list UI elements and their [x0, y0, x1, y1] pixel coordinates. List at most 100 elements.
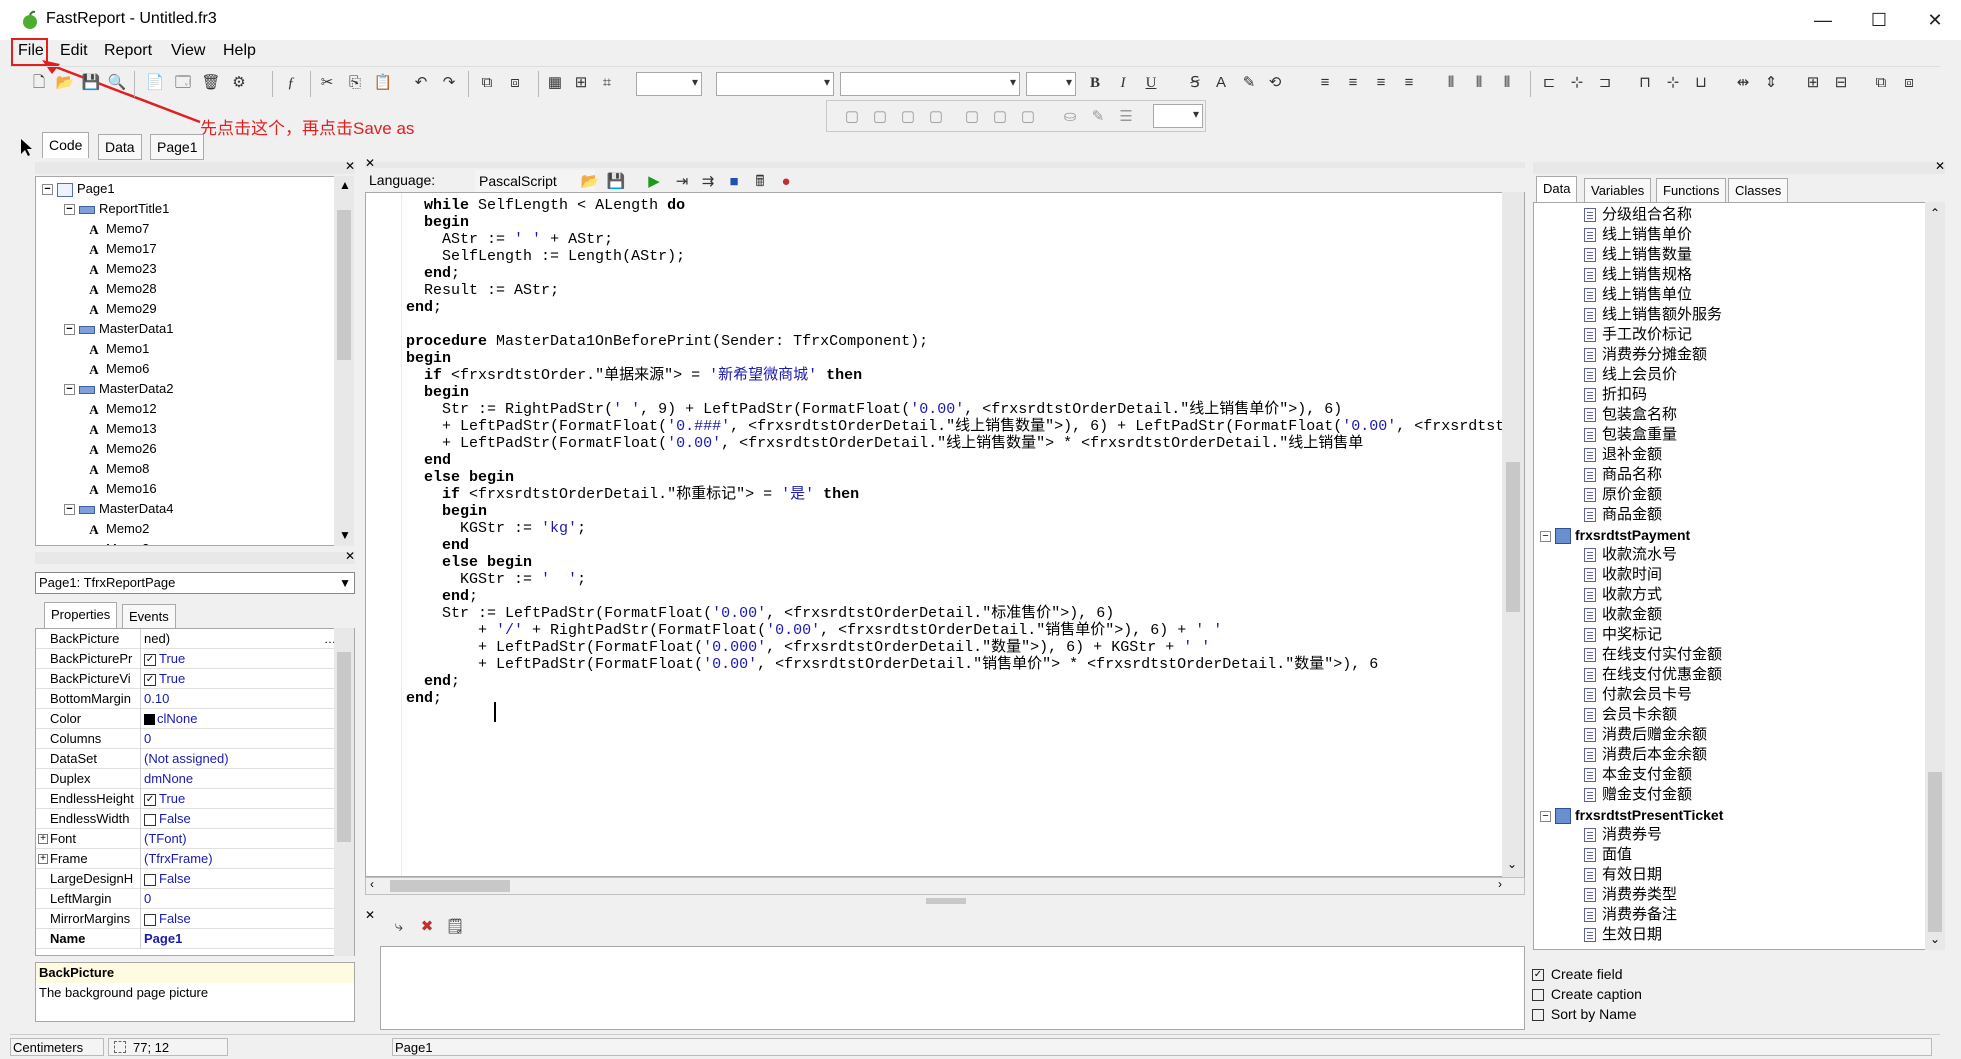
- variables-icon[interactable]: ƒ: [280, 72, 302, 94]
- align-right-icon[interactable]: ≡: [1370, 72, 1392, 94]
- field-node[interactable]: 在线支付实付金额: [1584, 645, 1722, 665]
- field-node[interactable]: 商品名称: [1584, 465, 1662, 485]
- collapse-icon[interactable]: −: [1540, 530, 1551, 542]
- property-value[interactable]: False: [144, 809, 191, 829]
- messages-box[interactable]: [380, 946, 1525, 1030]
- collapse-icon[interactable]: −: [64, 204, 75, 216]
- align-center-icon[interactable]: ≡: [1342, 72, 1364, 94]
- create-caption-option[interactable]: Create caption: [1532, 984, 1642, 1004]
- property-value[interactable]: dmNone: [144, 769, 193, 789]
- messages-props-icon[interactable]: 🗒: [444, 916, 466, 938]
- property-row[interactable]: EndlessHeight ✓ True: [36, 789, 338, 809]
- align-hcenters-icon[interactable]: ⊹: [1566, 72, 1588, 94]
- field-node[interactable]: 消费后本金余额: [1584, 745, 1707, 765]
- ungroup-icon[interactable]: ⧈: [504, 72, 526, 94]
- property-checkbox[interactable]: [144, 813, 156, 826]
- collapse-icon[interactable]: −: [64, 504, 75, 516]
- open-icon[interactable]: 📂: [54, 72, 76, 94]
- fit-grid-icon[interactable]: ⌗: [596, 72, 618, 94]
- field-node[interactable]: 折扣码: [1584, 385, 1647, 405]
- select-tool-icon[interactable]: [18, 138, 34, 158]
- field-node[interactable]: 原价金额: [1584, 485, 1662, 505]
- close-icon[interactable]: ✕: [345, 159, 355, 173]
- code-text[interactable]: while SelfLength < ALength do begin AStr…: [406, 195, 1524, 707]
- sort-by-name-checkbox[interactable]: [1532, 1009, 1544, 1022]
- chevron-down-icon[interactable]: ⌄: [1507, 857, 1517, 871]
- field-node[interactable]: 消费券备注: [1584, 905, 1677, 925]
- language-combo[interactable]: PascalScript ▾: [475, 170, 595, 192]
- property-value[interactable]: ✓ True: [144, 649, 185, 669]
- rotation-icon[interactable]: ⟲: [1264, 72, 1286, 94]
- code-vertical-scrollbar[interactable]: ⌄: [1502, 192, 1524, 877]
- frame-style-icon[interactable]: ☰: [1115, 106, 1137, 128]
- property-value[interactable]: 0: [144, 889, 151, 909]
- font-settings-icon[interactable]: Ꞩ: [1184, 72, 1206, 94]
- align-grid-icon[interactable]: ⊞: [570, 72, 592, 94]
- field-node[interactable]: 消费券类型: [1584, 885, 1677, 905]
- field-node[interactable]: 线上销售单价: [1584, 225, 1692, 245]
- field-node[interactable]: 包装盒重量: [1584, 425, 1677, 445]
- cut-icon[interactable]: ✂: [316, 72, 338, 94]
- align-rights-icon[interactable]: ⊐: [1594, 72, 1616, 94]
- property-value[interactable]: clNone: [144, 709, 197, 729]
- collapse-icon[interactable]: −: [64, 324, 75, 336]
- tab-functions[interactable]: Functions: [1656, 178, 1727, 204]
- close-icon[interactable]: ✕: [365, 908, 379, 922]
- field-node[interactable]: 消费后赠金余额: [1584, 725, 1707, 745]
- style-combo[interactable]: [716, 72, 834, 96]
- scrollbar-thumb[interactable]: [1928, 772, 1942, 932]
- property-row[interactable]: + Frame (TfrxFrame): [36, 849, 338, 869]
- redo-icon[interactable]: ↷: [438, 72, 460, 94]
- panel-splitter[interactable]: [926, 898, 966, 904]
- tab-page1[interactable]: Page1: [150, 134, 205, 160]
- properties-scrollbar[interactable]: [334, 628, 354, 956]
- tree-item-reporttitle1[interactable]: − ReportTitle1: [64, 199, 169, 219]
- property-value[interactable]: False: [144, 869, 191, 889]
- dataset-node[interactable]: − frxsrdtstPresentTicket: [1540, 805, 1723, 825]
- delete-page-icon[interactable]: 🗑: [200, 72, 222, 94]
- space-horz-icon[interactable]: ⇹: [1732, 72, 1754, 94]
- maximize-button[interactable]: ☐: [1853, 6, 1905, 34]
- create-field-checkbox[interactable]: ✓: [1532, 969, 1544, 982]
- tab-data-tree[interactable]: Data: [1536, 176, 1578, 202]
- property-value[interactable]: (TfrxFrame): [144, 849, 213, 869]
- same-width-icon[interactable]: ⧉: [1870, 72, 1892, 94]
- property-value[interactable]: ✓ True: [144, 789, 185, 809]
- property-checkbox[interactable]: ✓: [144, 653, 156, 666]
- report-tree-scrollbar[interactable]: ▲ ▼: [334, 176, 354, 546]
- tree-item-memo8[interactable]: A Memo8: [86, 459, 149, 479]
- field-node[interactable]: 会员卡余额: [1584, 705, 1677, 725]
- field-node[interactable]: 有效日期: [1584, 865, 1662, 885]
- tree-item-memo26[interactable]: A Memo26: [86, 439, 156, 459]
- frame-width-combo[interactable]: [1153, 104, 1203, 128]
- tab-classes[interactable]: Classes: [1728, 178, 1789, 204]
- group-icon[interactable]: ⧉: [476, 72, 498, 94]
- tab-properties[interactable]: Properties: [44, 602, 118, 628]
- messages-go-icon[interactable]: ⤷: [388, 916, 410, 938]
- property-row[interactable]: Duplex dmNone: [36, 769, 338, 789]
- align-bottoms-icon[interactable]: ⊔: [1690, 72, 1712, 94]
- property-row[interactable]: LeftMargin 0: [36, 889, 338, 909]
- create-field-option[interactable]: ✓ Create field: [1532, 964, 1622, 984]
- space-vert-icon[interactable]: ⇕: [1760, 72, 1782, 94]
- align-bottom-icon[interactable]: ⫴: [1496, 72, 1518, 94]
- chevron-down-icon[interactable]: ⌄: [1930, 932, 1940, 946]
- property-row[interactable]: BottomMargin 0.10: [36, 689, 338, 709]
- property-value[interactable]: (TFont): [144, 829, 187, 849]
- align-tops-icon[interactable]: ⊓: [1634, 72, 1656, 94]
- field-node[interactable]: 手工改价标记: [1584, 325, 1692, 345]
- tree-item-memo23[interactable]: A Memo23: [86, 259, 156, 279]
- zoom-combo[interactable]: [636, 72, 702, 96]
- font-color-icon[interactable]: A: [1210, 72, 1232, 94]
- shadow-icon[interactable]: ▢: [1017, 106, 1039, 128]
- property-row[interactable]: DataSet (Not assigned): [36, 749, 338, 769]
- scrollbar-thumb[interactable]: [390, 880, 510, 892]
- field-node[interactable]: 本金支付金额: [1584, 765, 1692, 785]
- chevron-down-icon[interactable]: ▼: [339, 528, 351, 542]
- close-button[interactable]: ✕: [1909, 6, 1961, 34]
- field-node[interactable]: 中奖标记: [1584, 625, 1662, 645]
- bold-button[interactable]: B: [1084, 72, 1106, 94]
- field-node[interactable]: 线上销售规格: [1584, 265, 1692, 285]
- tree-item-masterdata2[interactable]: − MasterData2: [64, 379, 173, 399]
- frame-all-icon[interactable]: ▢: [841, 106, 863, 128]
